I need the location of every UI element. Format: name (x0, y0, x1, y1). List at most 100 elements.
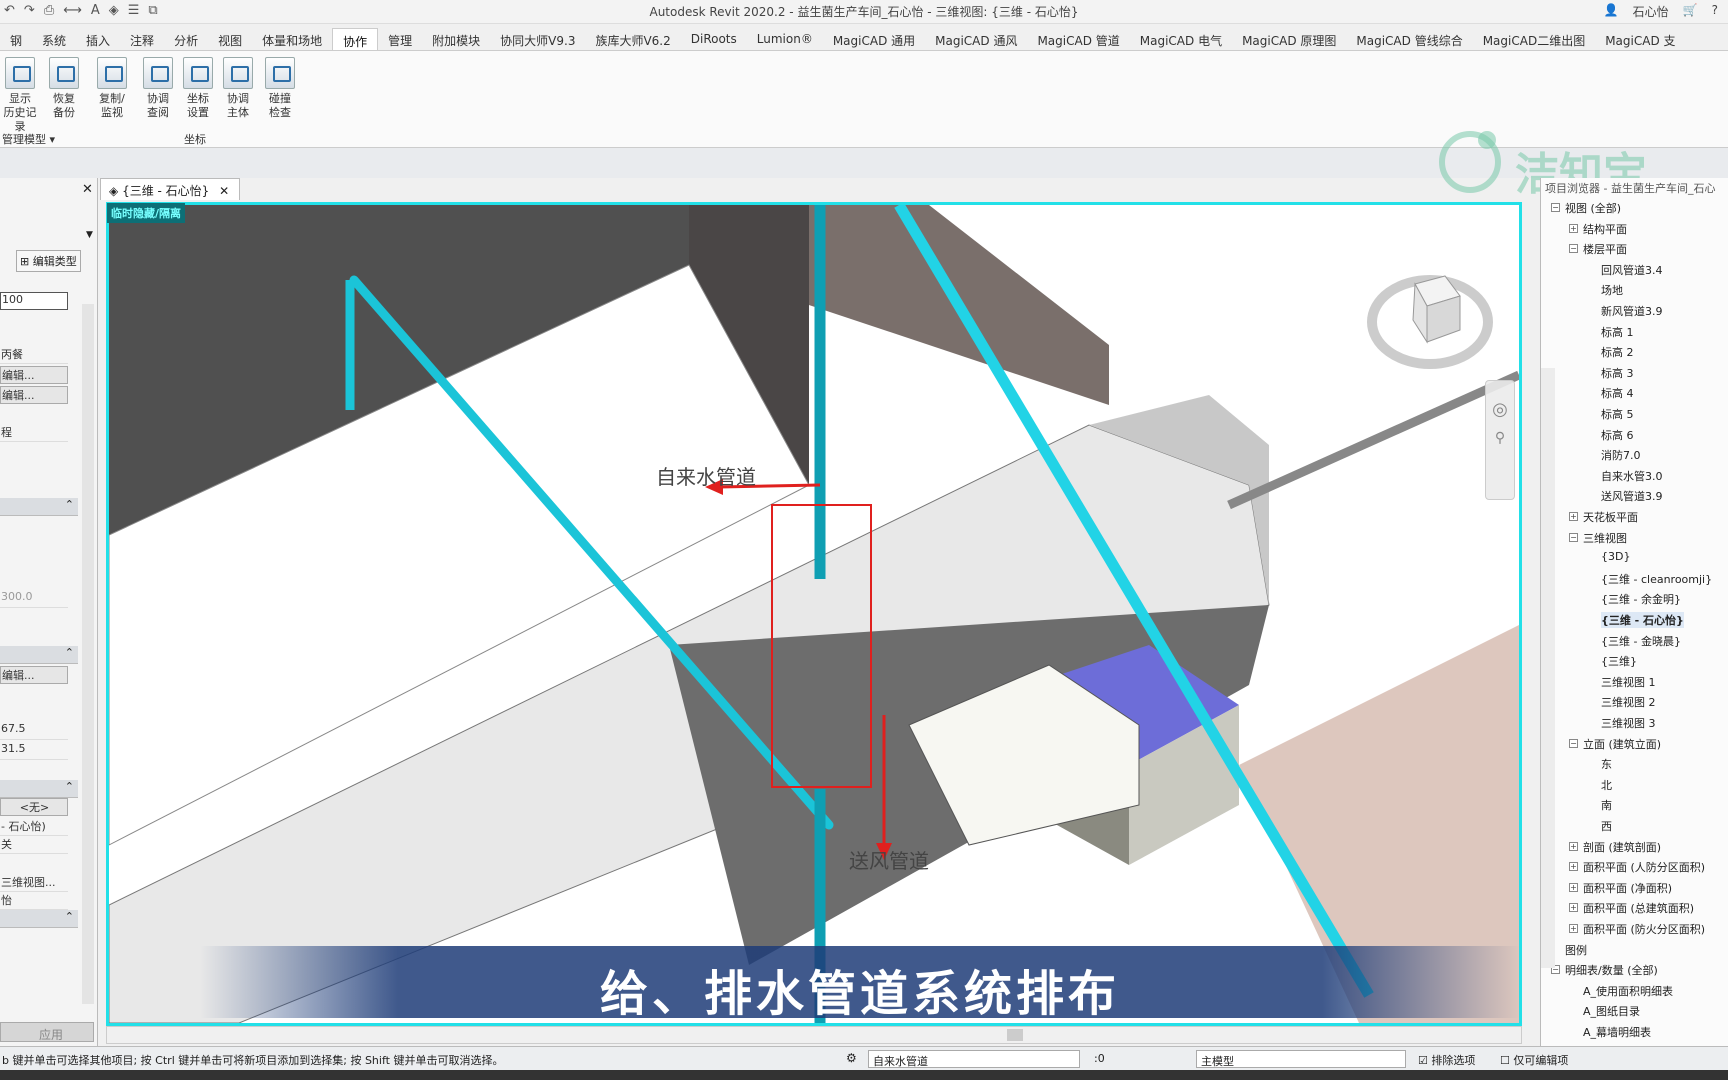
model-select[interactable]: 主模型 (1196, 1050, 1406, 1068)
browser-tree-item[interactable]: 三维视图 1 (1601, 674, 1656, 690)
ribbon-tab[interactable]: MagiCAD 管道 (1027, 28, 1129, 50)
browser-tree-item[interactable]: 面积平面 (总建筑面积) (1583, 900, 1694, 916)
browser-tree-item[interactable]: 三维视图 (1583, 530, 1627, 546)
property-section-toggle[interactable]: ⌃ (0, 910, 78, 928)
tree-expand-toggle[interactable]: + (1569, 882, 1578, 892)
tree-expand-toggle[interactable]: + (1569, 862, 1578, 872)
ribbon-tab[interactable]: 插入 (76, 28, 120, 50)
properties-scrollbar[interactable] (82, 304, 94, 1004)
property-edit-button[interactable]: 编辑... (0, 366, 68, 384)
ribbon-tab[interactable]: MagiCAD二维出图 (1473, 28, 1596, 50)
browser-tree-item[interactable]: 标高 6 (1601, 427, 1634, 443)
group-manage-model[interactable]: 管理模型 ▾ (2, 131, 55, 147)
browser-tree-item[interactable]: 送风管道3.9 (1601, 488, 1663, 504)
browser-tree-item[interactable]: 明细表/数量 (全部) (1565, 962, 1658, 978)
browser-tree-item[interactable]: 标高 3 (1601, 365, 1634, 381)
browser-tree-item[interactable]: A_使用面积明细表 (1583, 983, 1673, 999)
zoom-icon[interactable]: ⚲ (1486, 430, 1514, 446)
browser-tree-item[interactable]: 天花板平面 (1583, 509, 1638, 525)
coordination-review-button[interactable]: 协调 查阅 (138, 57, 178, 120)
coordination-host-button[interactable]: 协调 主体 (218, 57, 258, 120)
close-icon[interactable]: ✕ (219, 184, 229, 198)
ribbon-tab[interactable]: Lumion® (747, 28, 823, 50)
ribbon-tab[interactable]: 钢 (0, 28, 32, 50)
browser-tree-item[interactable]: 标高 5 (1601, 406, 1634, 422)
ribbon-tab[interactable]: MagiCAD 支 (1595, 28, 1685, 50)
tree-expand-toggle[interactable]: + (1569, 903, 1578, 913)
cart-icon[interactable]: 🛒 (1683, 3, 1698, 20)
browser-tree-item[interactable]: 三维视图 3 (1601, 715, 1656, 731)
browser-tree-item[interactable]: A_图纸目录 (1583, 1003, 1640, 1019)
ribbon-tab[interactable]: 系统 (32, 28, 76, 50)
ribbon-tab[interactable]: 协作 (332, 28, 379, 50)
editable-only-checkbox[interactable]: ☐ 仅可编辑项 (1500, 1052, 1568, 1068)
browser-tree-item[interactable]: {三维 - 余金明} (1601, 591, 1681, 607)
browser-tree-item[interactable]: {3D} (1601, 550, 1630, 563)
ribbon-tab[interactable]: 体量和场地 (252, 28, 332, 50)
ribbon-tab[interactable]: MagiCAD 电气 (1130, 28, 1232, 50)
ribbon-tab[interactable]: 注释 (120, 28, 164, 50)
tree-expand-toggle[interactable]: + (1569, 223, 1578, 233)
browser-tree-item[interactable]: 结构平面 (1583, 221, 1627, 237)
steering-wheel-icon[interactable]: ◎ (1486, 399, 1514, 420)
show-history-button[interactable]: 显示 历史记录 (0, 57, 40, 134)
browser-tree-item[interactable]: 南 (1601, 797, 1612, 813)
browser-tree-item[interactable]: 东 (1601, 756, 1612, 772)
browser-tree-item[interactable]: 面积平面 (净面积) (1583, 880, 1672, 896)
browser-tree-item[interactable]: A_幕墙明细表 (1583, 1024, 1651, 1040)
browser-scrollbar[interactable] (1541, 368, 1555, 968)
tree-expand-toggle[interactable]: − (1569, 244, 1578, 254)
browser-tree-item[interactable]: 消防7.0 (1601, 447, 1641, 463)
navigation-bar[interactable]: ◎ ⚲ (1485, 380, 1515, 500)
browser-tree-item[interactable]: 西 (1601, 818, 1612, 834)
exclude-options-checkbox[interactable]: ☑ 排除选项 (1418, 1052, 1475, 1068)
browser-tree-item[interactable]: 标高 2 (1601, 344, 1634, 360)
property-edit-button[interactable]: 编辑... (0, 386, 68, 404)
browser-tree-item[interactable]: {三维 - cleanroomji} (1601, 571, 1712, 587)
property-dropdown[interactable]: <无> (0, 798, 68, 816)
ribbon-tab[interactable]: MagiCAD 管线综合 (1346, 28, 1472, 50)
chevron-down-icon[interactable]: ▼ (86, 230, 93, 240)
tree-expand-toggle[interactable]: + (1569, 924, 1578, 933)
tree-expand-toggle[interactable]: + (1569, 512, 1578, 521)
clash-check-button[interactable]: 碰撞 检查 (260, 57, 300, 120)
browser-tree-item[interactable]: 楼层平面 (1583, 241, 1627, 257)
ribbon-tab[interactable]: MagiCAD 通用 (823, 28, 925, 50)
system-select[interactable]: 自来水管道 (868, 1050, 1080, 1068)
close-icon[interactable]: ✕ (82, 182, 93, 197)
ribbon-tab[interactable]: DiRoots (681, 28, 747, 50)
browser-tree-item[interactable]: 回风管道3.4 (1601, 262, 1663, 278)
ribbon-tab[interactable]: MagiCAD 通风 (925, 28, 1027, 50)
view-tab[interactable]: ◈ {三维 - 石心怡} ✕ (100, 178, 240, 200)
browser-tree-item[interactable]: 自来水管3.0 (1601, 468, 1663, 484)
browser-tree-item[interactable]: 剖面 (建筑剖面) (1583, 839, 1661, 855)
apply-button[interactable]: 应用 (0, 1022, 94, 1042)
ribbon-tab[interactable]: 分析 (164, 28, 208, 50)
ribbon-tab[interactable]: 管理 (378, 28, 422, 50)
tree-expand-toggle[interactable]: − (1551, 203, 1560, 212)
browser-tree-item[interactable]: 图例 (1565, 942, 1587, 958)
browser-tree-item[interactable]: 场地 (1601, 282, 1623, 298)
property-value[interactable]: 100 (0, 292, 68, 310)
user-icon[interactable]: 👤 (1604, 3, 1619, 20)
browser-tree-item[interactable]: 标高 1 (1601, 324, 1634, 340)
3d-viewport[interactable]: 自来水管道 送风管道 (106, 202, 1522, 1026)
browser-tree-item[interactable]: 北 (1601, 777, 1612, 793)
browser-tree-item[interactable]: 视图 (全部) (1565, 200, 1621, 216)
property-section-toggle[interactable]: ⌃ (0, 646, 78, 664)
tree-expand-toggle[interactable]: − (1569, 532, 1578, 542)
tree-expand-toggle[interactable]: + (1569, 841, 1578, 851)
edit-type-button[interactable]: ⊞ 编辑类型 (16, 250, 81, 272)
browser-tree-item[interactable]: 面积平面 (人防分区面积) (1583, 859, 1705, 875)
ribbon-tab[interactable]: 族库大师V6.2 (585, 28, 680, 50)
browser-tree-item[interactable]: 标高 4 (1601, 385, 1634, 401)
ribbon-tab[interactable]: 协同大师V9.3 (490, 28, 585, 50)
tree-expand-toggle[interactable]: − (1569, 738, 1578, 748)
browser-tree-item[interactable]: 立面 (建筑立面) (1583, 736, 1661, 752)
coordinate-settings-button[interactable]: 坐标 设置 (178, 57, 218, 120)
browser-tree-item[interactable]: {三维} (1601, 653, 1637, 669)
ribbon-tab[interactable]: 视图 (208, 28, 252, 50)
property-edit-button[interactable]: 编辑... (0, 666, 68, 684)
property-section-toggle[interactable]: ⌃ (0, 498, 78, 516)
user-name[interactable]: 石心怡 (1633, 3, 1669, 20)
